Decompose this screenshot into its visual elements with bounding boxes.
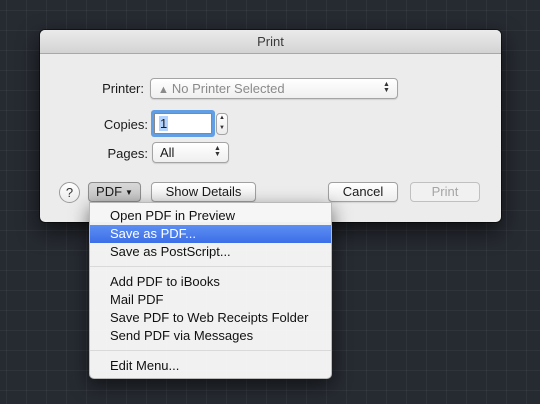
menu-item-save-pdf-to-web-receipts[interactable]: Save PDF to Web Receipts Folder: [90, 309, 331, 327]
pages-popup[interactable]: All ▲ ▼: [152, 142, 229, 163]
printer-popup[interactable]: ▲ No Printer Selected ▲ ▼: [150, 78, 398, 99]
help-button[interactable]: ?: [59, 182, 80, 203]
pdf-button-label: PDF: [96, 184, 123, 199]
menu-separator: [90, 266, 331, 267]
dialog-title: Print: [40, 30, 501, 54]
pages-label: Pages:: [107, 146, 148, 161]
pdf-menu: Open PDF in Preview Save as PDF... Save …: [89, 202, 332, 379]
printer-label: Printer:: [102, 81, 144, 96]
menu-item-add-pdf-to-ibooks[interactable]: Add PDF to iBooks: [90, 273, 331, 291]
cancel-button[interactable]: Cancel: [328, 182, 398, 202]
menu-item-send-pdf-via-messages[interactable]: Send PDF via Messages: [90, 327, 331, 345]
updown-arrows-icon: ▲ ▼: [214, 145, 221, 158]
menu-item-save-as-postscript[interactable]: Save as PostScript...: [90, 243, 331, 261]
pages-value: All: [160, 145, 175, 160]
copies-field[interactable]: 1: [154, 113, 212, 134]
menu-item-mail-pdf[interactable]: Mail PDF: [90, 291, 331, 309]
copies-label: Copies:: [103, 117, 148, 132]
printer-value: No Printer Selected: [171, 81, 285, 96]
print-dialog: Print Printer: ▲ No Printer Selected ▲ ▼ C…: [40, 30, 501, 222]
menu-item-save-as-pdf[interactable]: Save as PDF...: [90, 225, 331, 243]
copies-value: 1: [159, 116, 169, 131]
updown-arrows-icon: ▲ ▼: [383, 81, 390, 94]
show-details-button[interactable]: Show Details: [151, 182, 256, 202]
copies-stepper[interactable]: ▲ ▼: [216, 113, 228, 135]
menu-item-open-pdf-in-preview[interactable]: Open PDF in Preview: [90, 207, 331, 225]
stepper-down-icon[interactable]: ▼: [217, 124, 227, 134]
stepper-up-icon[interactable]: ▲: [217, 114, 227, 124]
menu-separator: [90, 350, 331, 351]
warning-icon: ▲: [158, 84, 169, 96]
chevron-down-icon: ▼: [125, 188, 133, 197]
print-button[interactable]: Print: [410, 182, 480, 202]
menu-item-edit-menu[interactable]: Edit Menu...: [90, 357, 331, 375]
pdf-menu-button[interactable]: PDF ▼: [88, 182, 141, 202]
